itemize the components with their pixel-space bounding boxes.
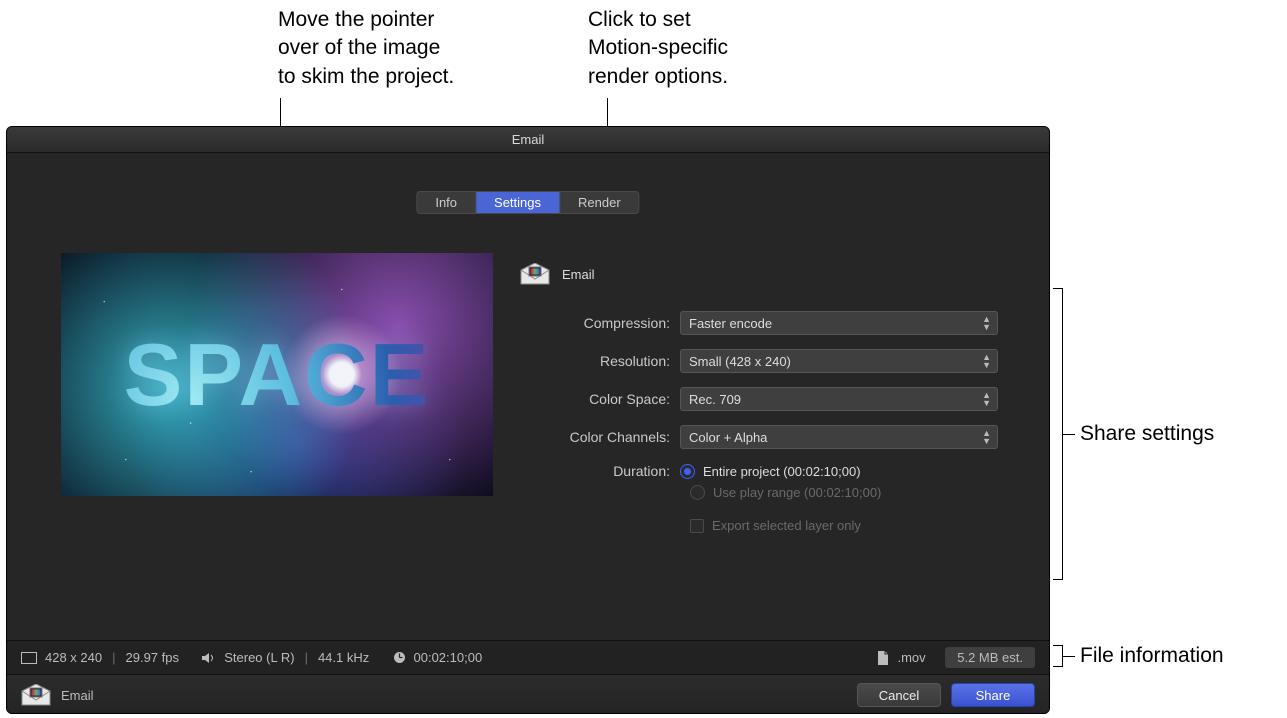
export-selected-label: Export selected layer only <box>712 518 861 533</box>
chevron-updown-icon: ▲▼ <box>982 315 991 331</box>
tab-info[interactable]: Info <box>417 192 476 213</box>
envelope-icon <box>520 263 550 285</box>
window-title: Email <box>7 127 1049 153</box>
callout-render: Click to set Motion-specific render opti… <box>588 6 728 91</box>
frame-icon <box>21 652 37 664</box>
bracket-stem-share <box>1063 434 1075 435</box>
callout-skim: Move the pointer over of the image to sk… <box>278 6 454 91</box>
actionbar-destination: Email <box>61 688 94 703</box>
status-filesize: 5.2 MB est. <box>945 647 1035 668</box>
envelope-icon <box>21 684 51 706</box>
status-fps: 29.97 fps <box>126 650 180 665</box>
clock-icon <box>393 651 406 664</box>
compression-select[interactable]: Faster encode ▲▼ <box>680 311 998 335</box>
chevron-updown-icon: ▲▼ <box>982 429 991 445</box>
tab-render[interactable]: Render <box>560 192 639 213</box>
status-duration: 00:02:10;00 <box>414 650 483 665</box>
annotation-share-settings: Share settings <box>1080 422 1214 446</box>
duration-range-label: Use play range (00:02:10;00) <box>713 485 881 500</box>
duration-label: Duration: <box>520 463 680 479</box>
compression-value: Faster encode <box>689 316 772 331</box>
destination-label: Email <box>562 267 595 282</box>
preview-thumbnail[interactable]: SPACE <box>61 253 493 496</box>
tab-segmented-control: Info Settings Render <box>416 191 639 214</box>
duration-entire-radio[interactable] <box>680 464 695 479</box>
share-window: Email Info Settings Render SPACE <box>6 126 1050 714</box>
channels-select[interactable]: Color + Alpha ▲▼ <box>680 425 998 449</box>
bracket-stem-file-info <box>1063 656 1075 657</box>
cancel-button[interactable]: Cancel <box>857 683 941 707</box>
window-body: Info Settings Render SPACE Email <box>7 153 1049 675</box>
settings-form: Compression: Faster encode ▲▼ Resolution… <box>520 311 998 533</box>
channels-value: Color + Alpha <box>689 430 767 445</box>
speaker-icon <box>202 652 216 664</box>
action-bar: Email Cancel Share <box>7 675 1049 714</box>
bracket-file-info <box>1053 645 1063 667</box>
status-bar: 428 x 240 | 29.97 fps Stereo (L R) | 44.… <box>7 640 1049 674</box>
preview-text: SPACE <box>61 253 493 496</box>
file-icon <box>877 651 889 665</box>
share-button[interactable]: Share <box>951 683 1035 707</box>
chevron-updown-icon: ▲▼ <box>982 353 991 369</box>
status-audio: Stereo (L R) <box>224 650 294 665</box>
destination-header: Email <box>520 263 595 285</box>
colorspace-label: Color Space: <box>520 391 680 407</box>
bracket-share-settings <box>1053 288 1063 580</box>
resolution-label: Resolution: <box>520 353 680 369</box>
channels-label: Color Channels: <box>520 429 680 445</box>
compression-label: Compression: <box>520 315 680 331</box>
colorspace-value: Rec. 709 <box>689 392 741 407</box>
status-samplerate: 44.1 kHz <box>318 650 369 665</box>
status-extension: .mov <box>897 650 925 665</box>
annotation-file-info: File information <box>1080 644 1224 668</box>
tab-settings[interactable]: Settings <box>476 192 560 213</box>
export-selected-checkbox[interactable] <box>690 519 704 533</box>
colorspace-select[interactable]: Rec. 709 ▲▼ <box>680 387 998 411</box>
resolution-select[interactable]: Small (428 x 240) ▲▼ <box>680 349 998 373</box>
duration-range-radio[interactable] <box>690 485 705 500</box>
chevron-updown-icon: ▲▼ <box>982 391 991 407</box>
resolution-value: Small (428 x 240) <box>689 354 791 369</box>
duration-entire-label: Entire project (00:02:10;00) <box>703 464 861 479</box>
status-dimensions: 428 x 240 <box>45 650 102 665</box>
